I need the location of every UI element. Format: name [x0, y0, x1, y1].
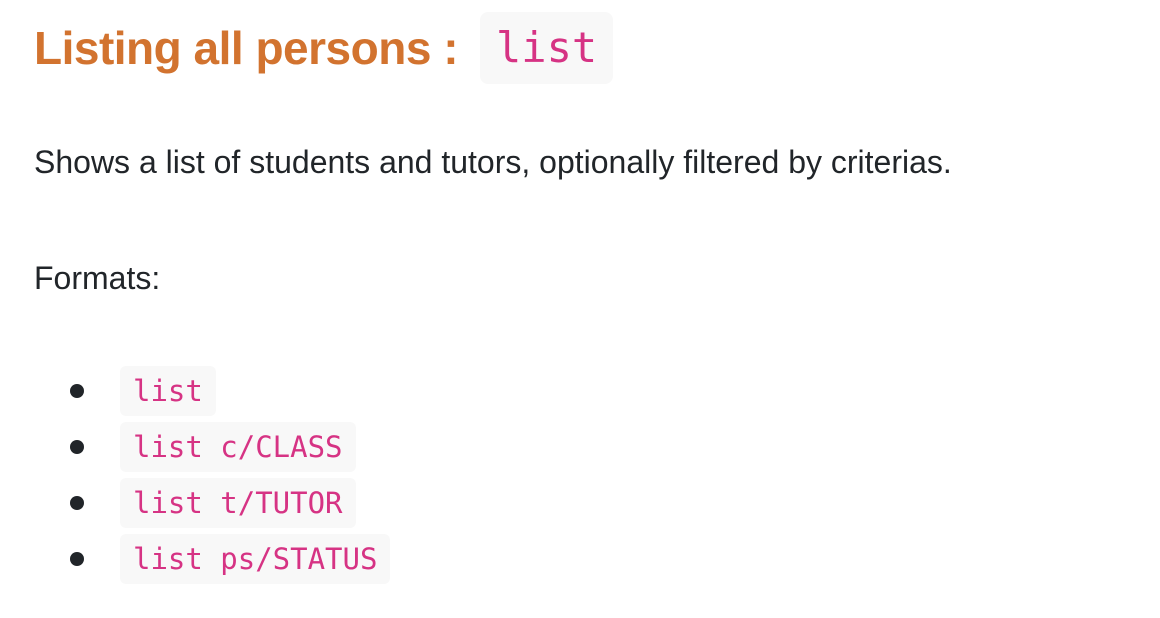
command-description: Shows a list of students and tutors, opt…	[34, 144, 952, 180]
format-code: list ps/STATUS	[120, 534, 391, 584]
heading-text: Listing all persons :	[34, 22, 459, 74]
list-item: list	[34, 366, 390, 416]
list-item: list c/CLASS	[34, 422, 390, 472]
list-item: list ps/STATUS	[34, 534, 391, 584]
bullet-icon	[70, 552, 84, 566]
format-code: list c/CLASS	[120, 422, 356, 472]
section-heading: Listing all persons : list	[34, 12, 614, 84]
heading-command-code: list	[480, 12, 614, 84]
list-item: list t/TUTOR	[34, 478, 390, 528]
format-list: list list c/CLASS list t/TUTOR list ps/S…	[34, 366, 391, 590]
format-code: list t/TUTOR	[120, 478, 356, 528]
format-code: list	[120, 366, 216, 416]
formats-label: Formats:	[34, 260, 161, 296]
bullet-icon	[70, 496, 84, 510]
bullet-icon	[70, 440, 84, 454]
document-page: Listing all persons : list Shows a list …	[0, 0, 1160, 618]
bullet-icon	[70, 384, 84, 398]
